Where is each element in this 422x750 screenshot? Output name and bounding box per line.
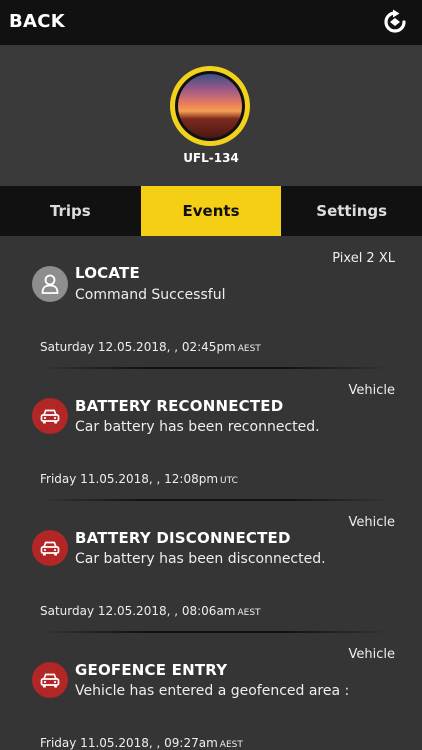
- event-title: GEOFENCE ENTRY: [75, 661, 228, 679]
- refresh-icon[interactable]: [382, 9, 408, 35]
- car-icon: [32, 530, 68, 566]
- event-source: Vehicle: [348, 647, 396, 662]
- event-timezone: AEST: [219, 740, 243, 750]
- avatar-photo: [178, 74, 242, 138]
- event-timezone: AEST: [237, 344, 261, 354]
- tab-events[interactable]: Events: [140, 186, 282, 236]
- top-bar: BACK: [0, 0, 422, 45]
- tab-bar: Trips Events Settings: [0, 186, 422, 236]
- person-icon: [32, 266, 68, 302]
- event-source: Pixel 2 XL: [332, 251, 395, 266]
- event-timezone: AEST: [237, 608, 261, 618]
- event-source: Vehicle: [348, 515, 396, 530]
- event-item[interactable]: Vehicle GEOFENCE ENTRY Vehicle has enter…: [0, 632, 422, 750]
- event-date: Saturday 12.05.2018, , 02:45pm AEST: [40, 340, 261, 354]
- event-description: Command Successful: [75, 287, 226, 303]
- car-icon: [32, 398, 68, 434]
- event-date: Friday 11.05.2018, , 12:08pm UTC: [40, 472, 238, 486]
- event-description: Car battery has been disconnected.: [75, 551, 326, 567]
- event-item[interactable]: Vehicle BATTERY DISCONNECTED Car battery…: [0, 500, 422, 633]
- event-title: LOCATE: [75, 264, 140, 282]
- event-description: Vehicle has entered a geofenced area :: [75, 683, 350, 699]
- event-title: BATTERY DISCONNECTED: [75, 529, 291, 547]
- event-timezone: UTC: [220, 476, 238, 486]
- vehicle-profile: UFL-134: [0, 45, 422, 186]
- event-description: Car battery has been reconnected.: [75, 419, 320, 435]
- event-item[interactable]: Pixel 2 XL LOCATE Command Successful Sat…: [0, 236, 422, 369]
- event-date: Saturday 12.05.2018, , 08:06am AEST: [40, 604, 261, 618]
- event-title: BATTERY RECONNECTED: [75, 397, 284, 415]
- tab-trips[interactable]: Trips: [0, 186, 141, 236]
- back-button[interactable]: BACK: [9, 11, 65, 32]
- event-source: Vehicle: [348, 383, 396, 398]
- vehicle-avatar[interactable]: [170, 66, 250, 146]
- event-date: Friday 11.05.2018, , 09:27am AEST: [40, 736, 243, 750]
- car-icon: [32, 662, 68, 698]
- vehicle-id-label: UFL-134: [183, 151, 239, 165]
- tab-settings[interactable]: Settings: [281, 186, 422, 236]
- event-item[interactable]: Vehicle BATTERY RECONNECTED Car battery …: [0, 368, 422, 501]
